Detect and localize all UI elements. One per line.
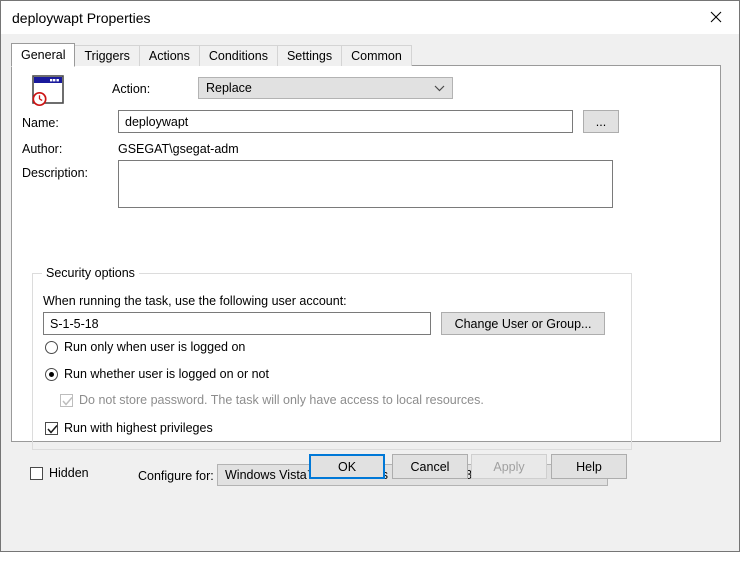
name-browse-button[interactable]: ... bbox=[583, 110, 619, 133]
action-dropdown[interactable]: Replace bbox=[198, 77, 453, 99]
general-tab-panel: Action: Replace Name: ... Author: GSEGAT… bbox=[11, 65, 721, 442]
checkbox-do-not-store-password-label: Do not store password. The task will onl… bbox=[79, 393, 484, 407]
checkbox-unchecked-icon bbox=[30, 467, 43, 480]
help-button[interactable]: Help bbox=[551, 454, 627, 479]
configure-for-label: Configure for: bbox=[138, 469, 214, 483]
name-input[interactable] bbox=[118, 110, 573, 133]
ok-button[interactable]: OK bbox=[309, 454, 385, 479]
description-label: Description: bbox=[22, 166, 88, 180]
tab-actions[interactable]: Actions bbox=[139, 45, 200, 66]
tab-strip: General Triggers Actions Conditions Sett… bbox=[11, 43, 411, 66]
change-user-or-group-button[interactable]: Change User or Group... bbox=[441, 312, 605, 335]
checkbox-hidden[interactable]: Hidden bbox=[30, 466, 89, 480]
close-icon[interactable] bbox=[693, 1, 739, 33]
window-title: deploywapt Properties bbox=[12, 10, 151, 26]
description-textarea[interactable] bbox=[118, 160, 613, 208]
radio-run-whether-logged-on-or-not[interactable]: Run whether user is logged on or not bbox=[45, 367, 269, 381]
radio-run-only-when-logged-on-label: Run only when user is logged on bbox=[64, 340, 245, 354]
author-label: Author: bbox=[22, 142, 62, 156]
security-options-title: Security options bbox=[42, 266, 139, 280]
author-value: GSEGAT\gsegat-adm bbox=[118, 142, 239, 156]
user-account-input[interactable] bbox=[43, 312, 431, 335]
task-properties-dialog: deploywapt Properties General Triggers A… bbox=[0, 0, 740, 552]
account-prompt-label: When running the task, use the following… bbox=[43, 294, 347, 308]
apply-button: Apply bbox=[471, 454, 547, 479]
radio-unchecked-icon bbox=[45, 341, 58, 354]
action-dropdown-value: Replace bbox=[199, 81, 426, 95]
radio-run-whether-logged-on-or-not-label: Run whether user is logged on or not bbox=[64, 367, 269, 381]
tab-conditions[interactable]: Conditions bbox=[199, 45, 278, 66]
title-bar: deploywapt Properties bbox=[1, 1, 739, 34]
checkbox-checked-icon bbox=[45, 422, 58, 435]
action-label: Action: bbox=[112, 82, 150, 96]
tab-triggers[interactable]: Triggers bbox=[74, 45, 139, 66]
tab-common[interactable]: Common bbox=[341, 45, 412, 66]
radio-checked-icon bbox=[45, 368, 58, 381]
name-label: Name: bbox=[22, 116, 59, 130]
chevron-down-icon bbox=[426, 85, 452, 92]
tab-general[interactable]: General bbox=[11, 43, 75, 67]
checkbox-do-not-store-password: Do not store password. The task will onl… bbox=[60, 393, 484, 407]
checkbox-checked-disabled-icon bbox=[60, 394, 73, 407]
checkbox-run-with-highest-privileges-label: Run with highest privileges bbox=[64, 421, 213, 435]
tab-settings[interactable]: Settings bbox=[277, 45, 342, 66]
checkbox-run-with-highest-privileges[interactable]: Run with highest privileges bbox=[45, 421, 213, 435]
scheduled-task-icon bbox=[30, 74, 68, 110]
checkbox-hidden-label: Hidden bbox=[49, 466, 89, 480]
radio-run-only-when-logged-on[interactable]: Run only when user is logged on bbox=[45, 340, 245, 354]
cancel-button[interactable]: Cancel bbox=[392, 454, 468, 479]
